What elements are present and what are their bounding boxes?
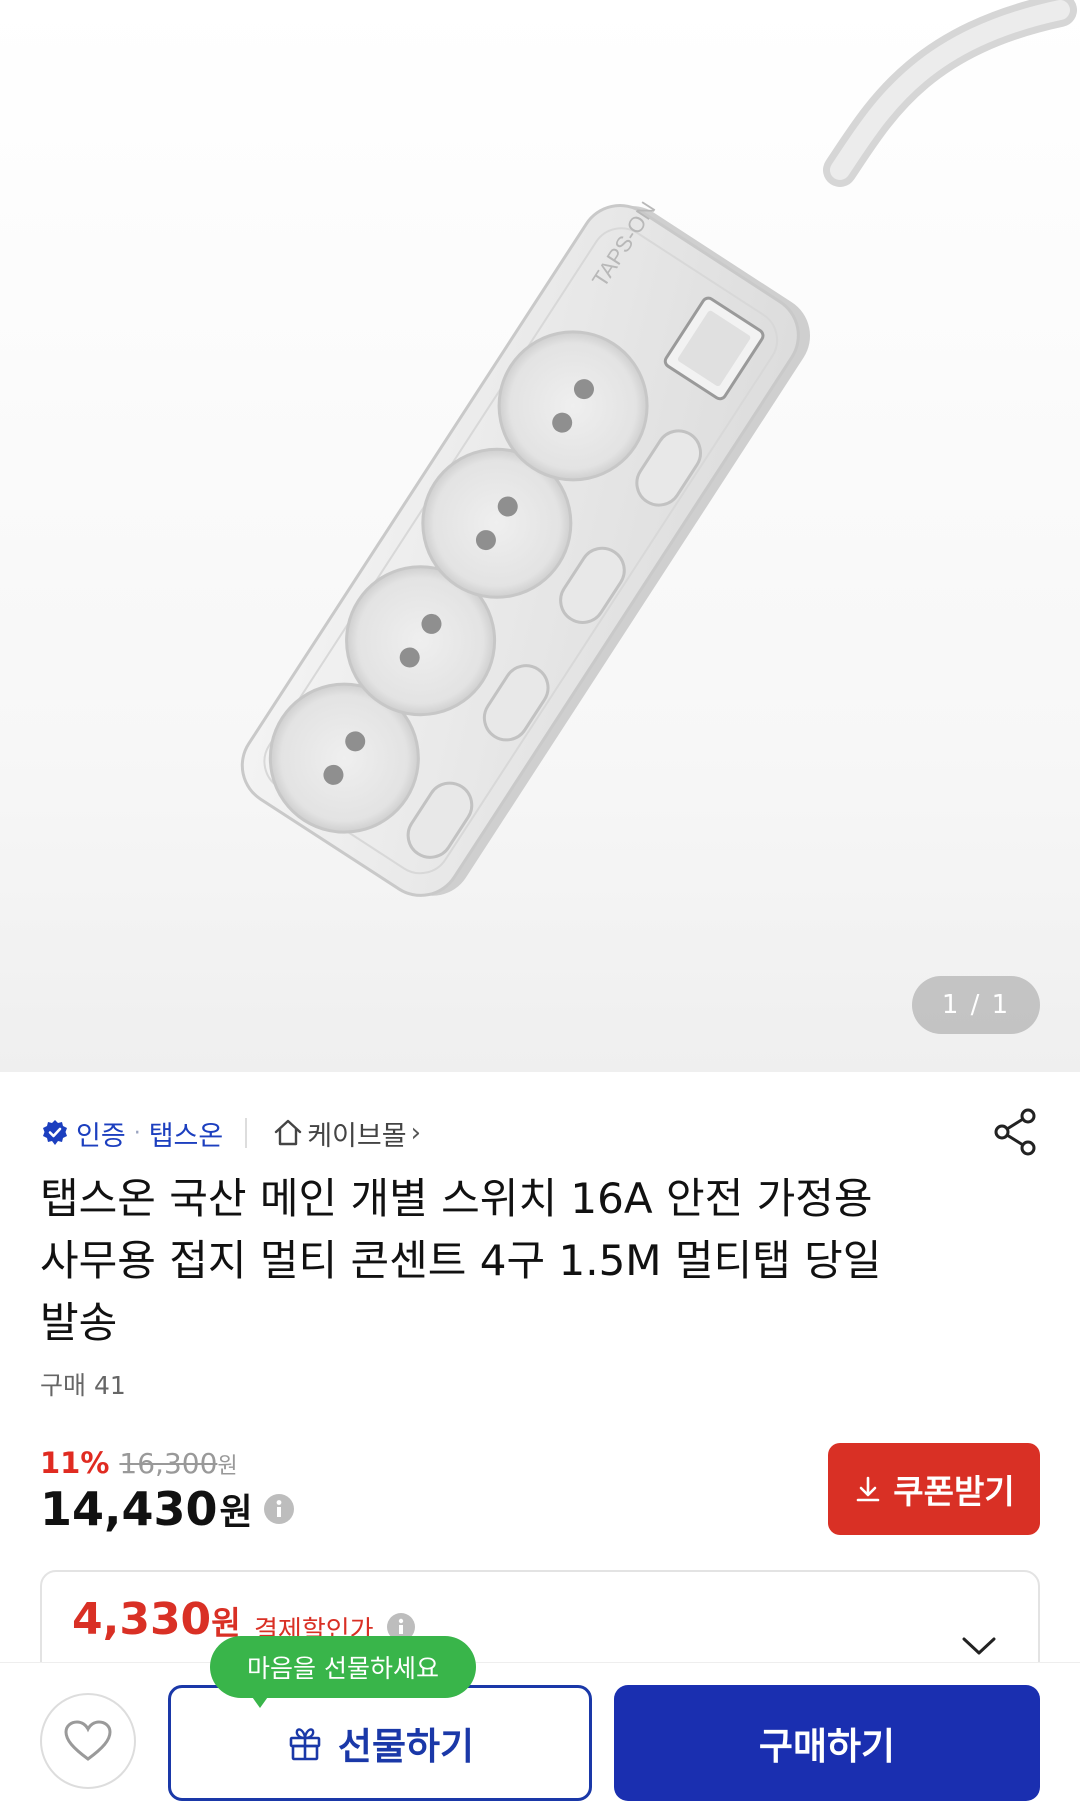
discount-rate: 11%	[40, 1446, 110, 1480]
info-icon[interactable]	[263, 1493, 295, 1525]
chevron-right-icon: ›	[410, 1118, 421, 1148]
payment-amount-value: 4,330	[72, 1594, 212, 1645]
product-title: 탭스온 국산 메인 개별 스위치 16A 안전 가정용 사무용 접지 멀티 콘센…	[40, 1168, 1040, 1354]
seller-meta-row: 인증 · 탭스온 케이브몰 ›	[40, 1108, 1040, 1158]
price-block: 11% 16,300 원 14,430 원	[40, 1446, 295, 1536]
download-icon	[856, 1476, 880, 1502]
payment-discount-amount: 4,330원	[72, 1594, 241, 1645]
buy-label: 구매하기	[758, 1725, 896, 1768]
sale-price-line: 14,430 원	[40, 1482, 295, 1536]
coupon-label: 쿠폰받기	[893, 1472, 1015, 1511]
purchase-count: 구매 41	[40, 1371, 126, 1400]
gift-label: 선물하기	[337, 1725, 475, 1768]
sale-price: 14,430	[40, 1482, 218, 1536]
wishlist-button[interactable]	[40, 1693, 136, 1789]
title-line: 사무용 접지 멀티 콘센트 4구 1.5M 멀티탭 당일	[40, 1236, 882, 1285]
buy-button[interactable]: 구매하기	[614, 1685, 1040, 1801]
original-price: 16,300	[119, 1447, 218, 1480]
divider	[245, 1118, 248, 1148]
verified-label: 인증	[76, 1120, 126, 1152]
gift-button[interactable]: 선물하기	[168, 1685, 592, 1801]
heart-icon	[64, 1720, 112, 1761]
brand-link[interactable]: 탭스온	[149, 1114, 224, 1153]
gift-tooltip: 마음을 선물하세요	[210, 1636, 476, 1698]
verified-badge: 인증 · 탭스온	[40, 1114, 223, 1153]
gift-tooltip-tail	[250, 1694, 270, 1708]
bottom-action-bar: 선물하기 구매하기	[0, 1662, 1080, 1814]
discount-line: 11% 16,300 원	[40, 1446, 295, 1480]
title-line: 발송	[40, 1298, 118, 1347]
image-counter: 1 / 1	[912, 976, 1040, 1034]
original-price-unit: 원	[217, 1454, 238, 1479]
mall-link[interactable]: 케이브몰 ›	[271, 1114, 421, 1153]
coupon-download-button[interactable]: 쿠폰받기	[828, 1443, 1040, 1535]
title-line: 탭스온 국산 메인 개별 스위치 16A 안전 가정용	[40, 1174, 873, 1223]
sale-price-unit: 원	[219, 1492, 253, 1533]
power-strip-image: TAPS-ON	[240, 0, 1077, 897]
verified-check-icon	[43, 1120, 67, 1145]
home-icon	[275, 1119, 302, 1146]
separator-dot: ·	[133, 1120, 141, 1146]
product-image-gallery[interactable]: TAPS-ON 1 / 1	[0, 0, 1080, 1072]
chevron-down-icon[interactable]	[960, 1634, 998, 1658]
gift-icon	[289, 1728, 321, 1761]
mall-name: 케이브몰	[307, 1120, 407, 1152]
share-icon[interactable]	[992, 1106, 1040, 1156]
